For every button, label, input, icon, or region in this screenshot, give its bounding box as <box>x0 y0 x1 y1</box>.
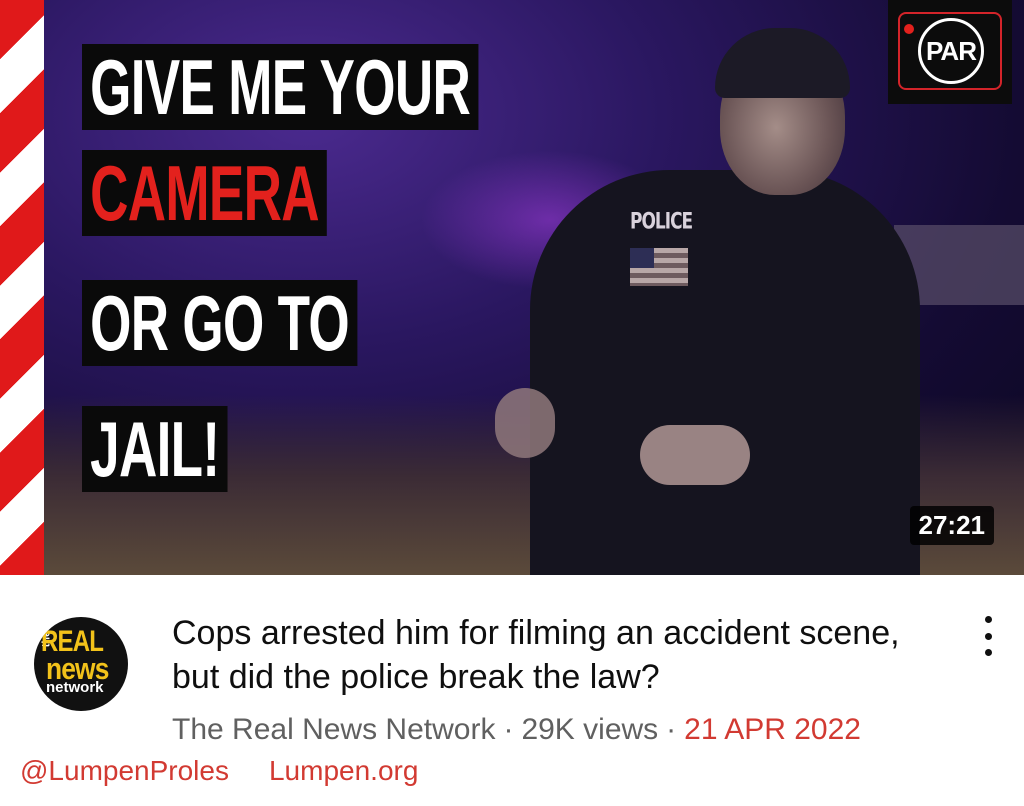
officer-hand <box>640 425 750 485</box>
video-thumbnail[interactable]: POLICE GIVE ME YOUR CAMERA OR GO TO JAIL… <box>0 0 1024 575</box>
channel-avatar[interactable]: the REAL news network <box>34 617 128 711</box>
more-options-icon[interactable] <box>978 616 998 656</box>
duration-badge: 27:21 <box>909 506 994 545</box>
headline-line-1: GIVE ME YOUR <box>82 44 479 130</box>
credit-site: Lumpen.org <box>268 755 419 786</box>
par-logo-text: PAR <box>918 18 984 84</box>
meta-separator: · <box>503 713 514 746</box>
view-count: 29K views <box>521 713 659 746</box>
kebab-dot <box>984 632 992 640</box>
credit-handle: @LumpenProles <box>20 755 229 786</box>
kebab-dot <box>984 616 992 623</box>
police-patch-text: POLICE <box>630 209 693 235</box>
record-dot-icon <box>904 24 914 34</box>
upload-date: 21 APR 2022 <box>684 713 861 746</box>
credits-line: @LumpenProles Lumpen.org <box>20 755 418 787</box>
channel-name[interactable]: The Real News Network <box>172 713 495 746</box>
officer-beanie <box>715 28 850 98</box>
meta-separator: · <box>666 713 677 746</box>
headline-line-4: JAIL! <box>82 406 228 492</box>
thumbnail-headline: GIVE ME YOUR CAMERA OR GO TO JAIL! <box>82 44 602 524</box>
par-logo: PAR <box>888 0 1012 104</box>
kebab-dot <box>984 649 992 656</box>
headline-line-3: OR GO TO <box>82 280 358 366</box>
avatar-network-text: network <box>46 679 104 696</box>
headline-line-2: CAMERA <box>82 150 328 236</box>
video-meta: The Real News Network · 29K views · 21 APR 2… <box>172 713 861 747</box>
flag-patch <box>630 248 688 286</box>
video-title[interactable]: Cops arrested him for filming an acciden… <box>172 611 932 699</box>
warning-stripes <box>0 0 44 575</box>
